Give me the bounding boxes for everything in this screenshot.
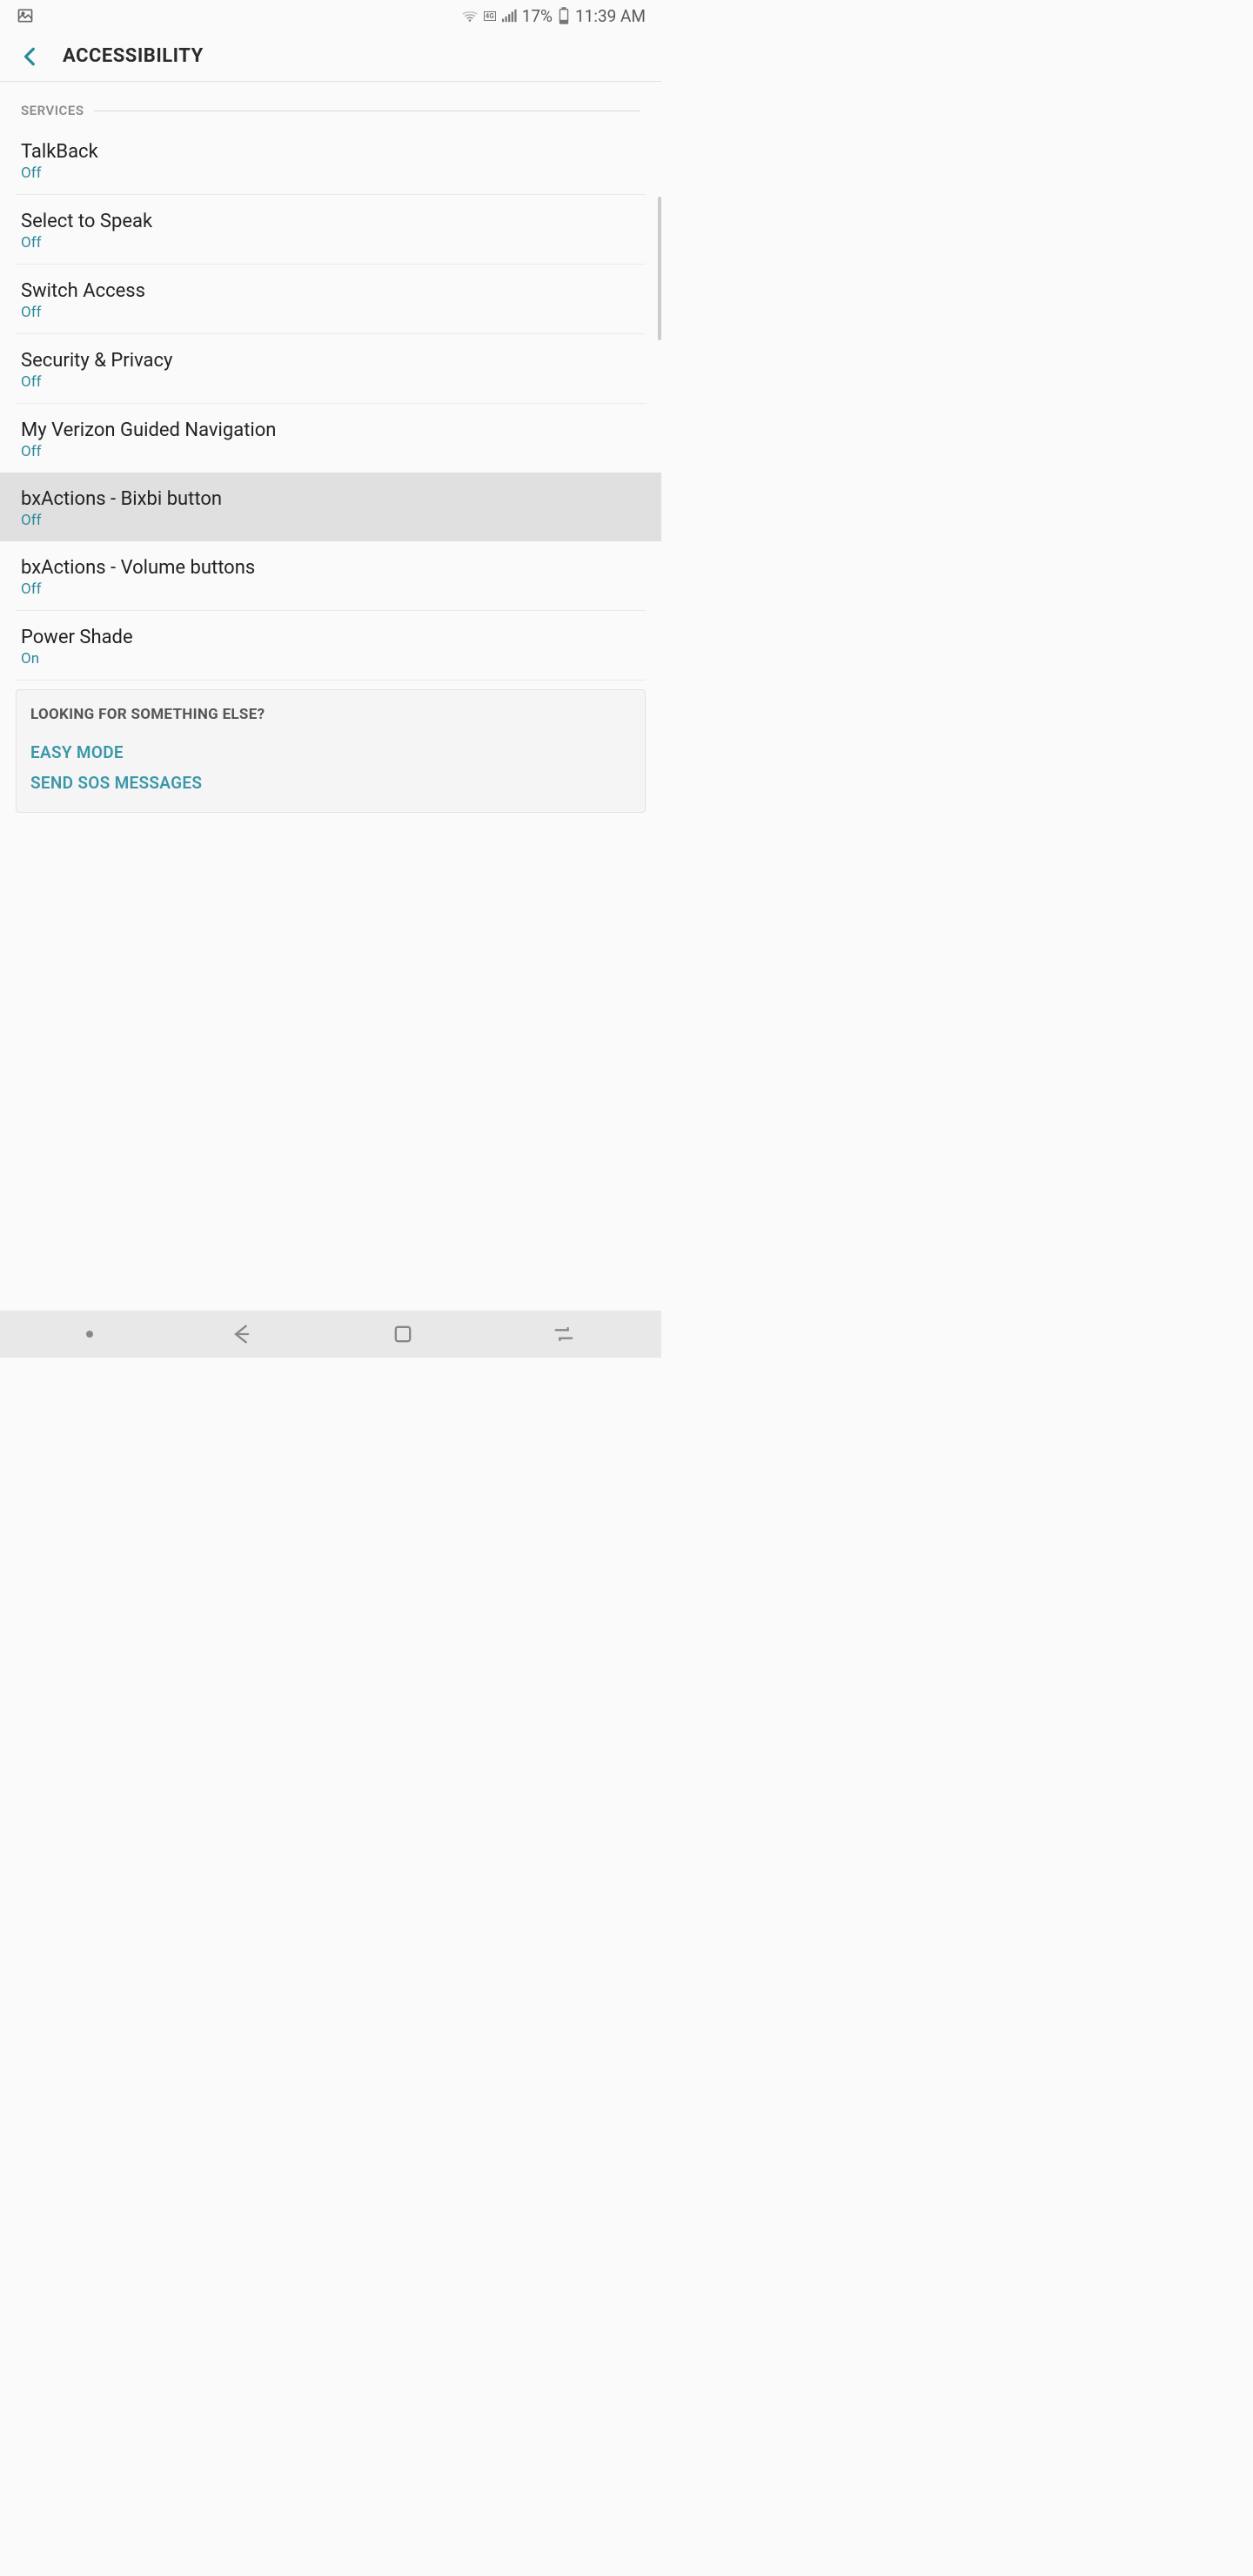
related-link[interactable]: EASY MODE — [30, 737, 631, 768]
signal-icon — [501, 9, 517, 23]
page-title: ACCESSIBILITY — [63, 45, 204, 67]
list-item[interactable]: Security & PrivacyOff — [0, 334, 661, 403]
item-status: Off — [21, 234, 640, 252]
item-title: Select to Speak — [21, 211, 640, 232]
battery-percent: 17% — [522, 6, 553, 26]
back-button[interactable] — [19, 45, 42, 68]
nav-home-icon[interactable] — [391, 1322, 415, 1346]
item-title: My Verizon Guided Navigation — [21, 419, 640, 441]
item-status: Off — [21, 304, 640, 321]
list-item[interactable]: Select to Speak Off — [0, 195, 661, 264]
battery-icon — [558, 7, 570, 24]
list-item[interactable]: Switch Access Off — [0, 265, 661, 333]
item-title: Security & Privacy — [21, 350, 640, 372]
section-header: SERVICES — [0, 92, 661, 125]
item-status: On — [21, 650, 640, 667]
item-status: Off — [21, 373, 640, 391]
item-divider — [16, 680, 646, 681]
item-title: Switch Access — [21, 280, 640, 302]
related-settings-box: LOOKING FOR SOMETHING ELSE? EASY MODESEN… — [16, 689, 646, 813]
gallery-icon — [16, 7, 35, 24]
related-title: LOOKING FOR SOMETHING ELSE? — [30, 706, 631, 723]
scrollbar-thumb[interactable] — [658, 197, 661, 340]
status-bar: 4G 17% 11:39 AM — [0, 0, 661, 31]
app-bar: ACCESSIBILITY — [0, 31, 661, 82]
clock: 11:39 AM — [575, 6, 646, 26]
item-status: Off — [21, 512, 640, 529]
content-area: SERVICES TalkBackOffSelect to SpeakOffSw… — [0, 82, 661, 813]
list-item[interactable]: Power Shade On — [0, 611, 661, 680]
item-status: Off — [21, 580, 640, 598]
item-title: TalkBack — [21, 141, 640, 163]
lte-indicator: 4G — [484, 11, 496, 21]
item-title: Power Shade — [21, 627, 640, 648]
list-item[interactable]: My Verizon Guided Navigation Off — [0, 404, 661, 473]
nav-recents-icon[interactable] — [552, 1322, 576, 1346]
nav-back-icon[interactable] — [230, 1322, 254, 1346]
scrollbar[interactable] — [658, 197, 661, 340]
related-link[interactable]: SEND SOS MESSAGES — [30, 768, 631, 798]
wifi-icon — [461, 9, 479, 23]
list-item[interactable]: bxActions - Volume buttonsOff — [0, 541, 661, 610]
navigation-bar — [0, 1311, 661, 1358]
nav-indicator-dot — [86, 1331, 93, 1338]
item-status: Off — [21, 164, 640, 182]
item-title: bxActions - Volume buttons — [21, 557, 640, 579]
list-item[interactable]: bxActions - Bixbi button Off — [0, 473, 661, 541]
status-left — [16, 7, 35, 24]
item-status: Off — [21, 443, 640, 460]
section-label: SERVICES — [21, 103, 84, 118]
item-title: bxActions - Bixbi button — [21, 488, 640, 510]
list-item[interactable]: TalkBackOff — [0, 125, 661, 194]
status-right: 4G 17% 11:39 AM — [461, 6, 646, 26]
